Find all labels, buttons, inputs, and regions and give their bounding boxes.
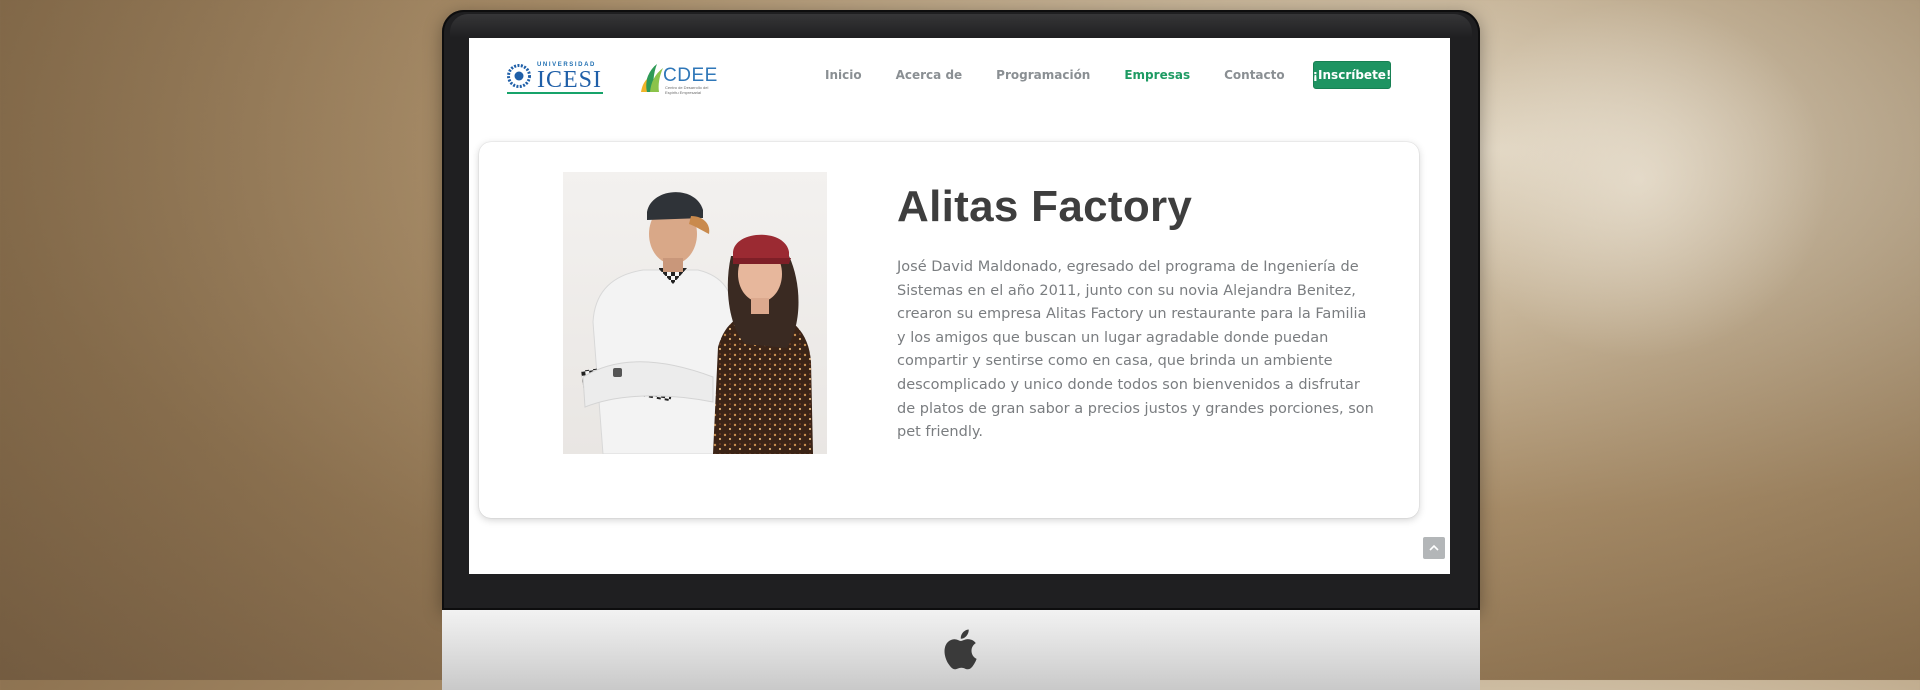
nav-link-inicio[interactable]: Inicio — [825, 68, 862, 88]
cdee-logo-subtitle: Centro de Desarrollo del Espíritu Empres… — [665, 85, 709, 95]
cdee-logo-text: CDEE — [663, 65, 718, 86]
scroll-to-top-button[interactable] — [1423, 537, 1445, 559]
founders-illustration — [581, 192, 813, 454]
nav-link-contacto[interactable]: Contacto — [1224, 68, 1285, 88]
background-light — [1450, 0, 1830, 360]
company-title: Alitas Factory — [897, 182, 1193, 231]
nav-link-empresas[interactable]: Empresas — [1124, 68, 1190, 88]
icesi-logo[interactable]: UNIVERSIDAD ICESI — [507, 58, 605, 94]
icesi-emblem-icon — [507, 64, 531, 88]
company-description: José David Maldonado, egresado del progr… — [897, 259, 1374, 441]
nav-link-programacion[interactable]: Programación — [996, 68, 1090, 88]
nav-link-acerca-de[interactable]: Acerca de — [896, 68, 963, 88]
main-nav: Inicio Acerca de Programación Empresas C… — [825, 68, 1319, 88]
cdee-logo[interactable]: CDEE Centro de Desarrollo del Espíritu E… — [641, 60, 717, 96]
apple-logo-icon — [944, 629, 977, 670]
company-card: Alitas Factory José David Maldonado, egr… — [479, 142, 1419, 518]
icesi-logo-text: ICESI — [537, 67, 602, 93]
signup-button[interactable]: ¡Inscríbete! — [1313, 61, 1391, 89]
founders-photo — [563, 172, 827, 454]
chevron-up-icon — [1429, 544, 1439, 551]
browser-viewport: UNIVERSIDAD ICESI CDEE Centro de Desarro… — [469, 38, 1450, 574]
